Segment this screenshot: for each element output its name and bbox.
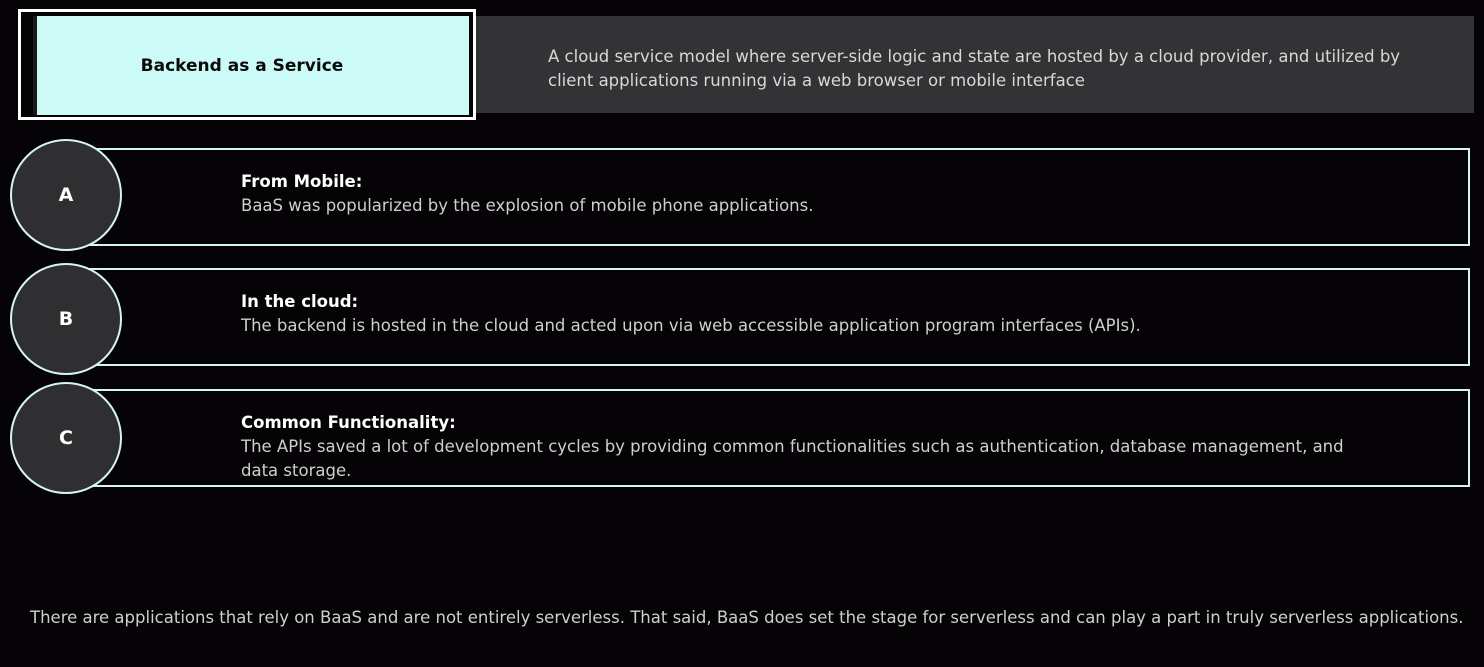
list-item-c: Common Functionality: The APIs saved a l…: [66, 389, 1470, 487]
item-body: The backend is hosted in the cloud and a…: [241, 316, 1141, 335]
title-card: Backend as a Service: [33, 16, 469, 115]
item-marker-c: C: [10, 382, 122, 494]
title-frame: Backend as a Service: [18, 9, 476, 120]
footer-note: There are applications that rely on BaaS…: [30, 608, 1464, 627]
item-heading: From Mobile:: [241, 172, 363, 191]
item-body: The APIs saved a lot of development cycl…: [241, 437, 1344, 480]
list-item-a: From Mobile: BaaS was popularized by the…: [66, 148, 1470, 246]
list-item-b: In the cloud: The backend is hosted in t…: [66, 268, 1470, 366]
item-body: BaaS was popularized by the explosion of…: [241, 196, 814, 215]
item-marker-a: A: [10, 139, 122, 251]
definition-panel: A cloud service model where server-side …: [470, 16, 1474, 113]
definition-text: A cloud service model where server-side …: [548, 47, 1401, 90]
page-title: Backend as a Service: [140, 55, 344, 76]
item-heading: In the cloud:: [241, 292, 359, 311]
item-heading: Common Functionality:: [241, 413, 456, 432]
item-marker-b: B: [10, 263, 122, 375]
